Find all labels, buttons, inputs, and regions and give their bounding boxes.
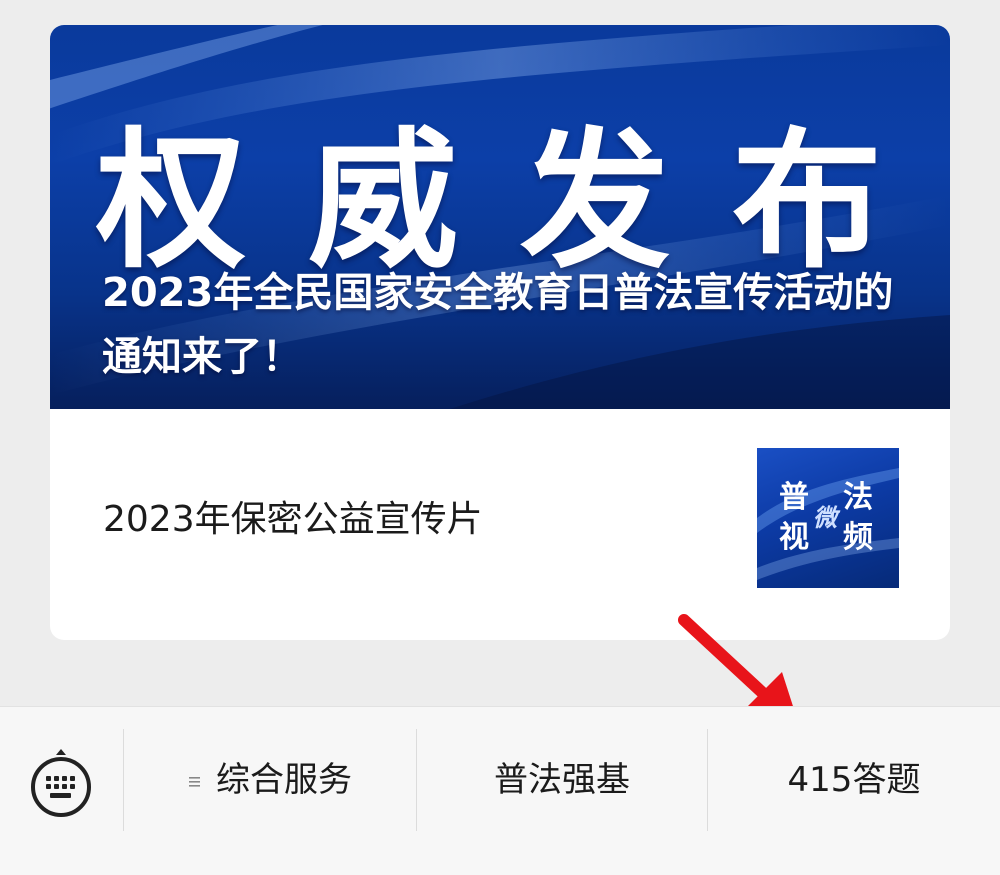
menu-item-415-quiz[interactable]: 415答题	[708, 755, 1000, 805]
thumb-char-5: 频	[843, 520, 873, 555]
menu-item-label: 综合服务	[216, 760, 352, 800]
menu-item-label: 普法强基	[494, 760, 630, 800]
keyboard-toggle-button[interactable]	[30, 747, 92, 823]
banner-subtitle: 2023年全民国家安全教育日普法宣传活动的通知来了！	[102, 270, 894, 380]
article-thumbnail[interactable]: 普 法 微 视 频	[757, 448, 899, 588]
keyboard-icon	[31, 749, 91, 817]
thumb-char-4: 视	[779, 520, 809, 555]
menu-item-comprehensive-services[interactable]: 综合服务	[124, 755, 416, 805]
banner-image[interactable]: 权威发布 2023年全民国家安全教育日普法宣传活动的通知来了！	[50, 25, 950, 409]
thumb-char-3: 微	[813, 504, 837, 532]
bottom-menu-bar: 综合服务 普法强基 415答题	[0, 706, 1000, 875]
menu-lines-icon	[188, 757, 202, 807]
thumb-char-1: 普	[779, 480, 809, 515]
article-title[interactable]: 2023年保密公益宣传片	[103, 495, 483, 545]
menu-item-label: 415答题	[787, 760, 921, 800]
menu-item-law-popularization[interactable]: 普法强基	[417, 755, 707, 805]
thumb-char-2: 法	[843, 480, 873, 515]
article-card: 权威发布 2023年全民国家安全教育日普法宣传活动的通知来了！ 2023年保密公…	[50, 25, 950, 640]
